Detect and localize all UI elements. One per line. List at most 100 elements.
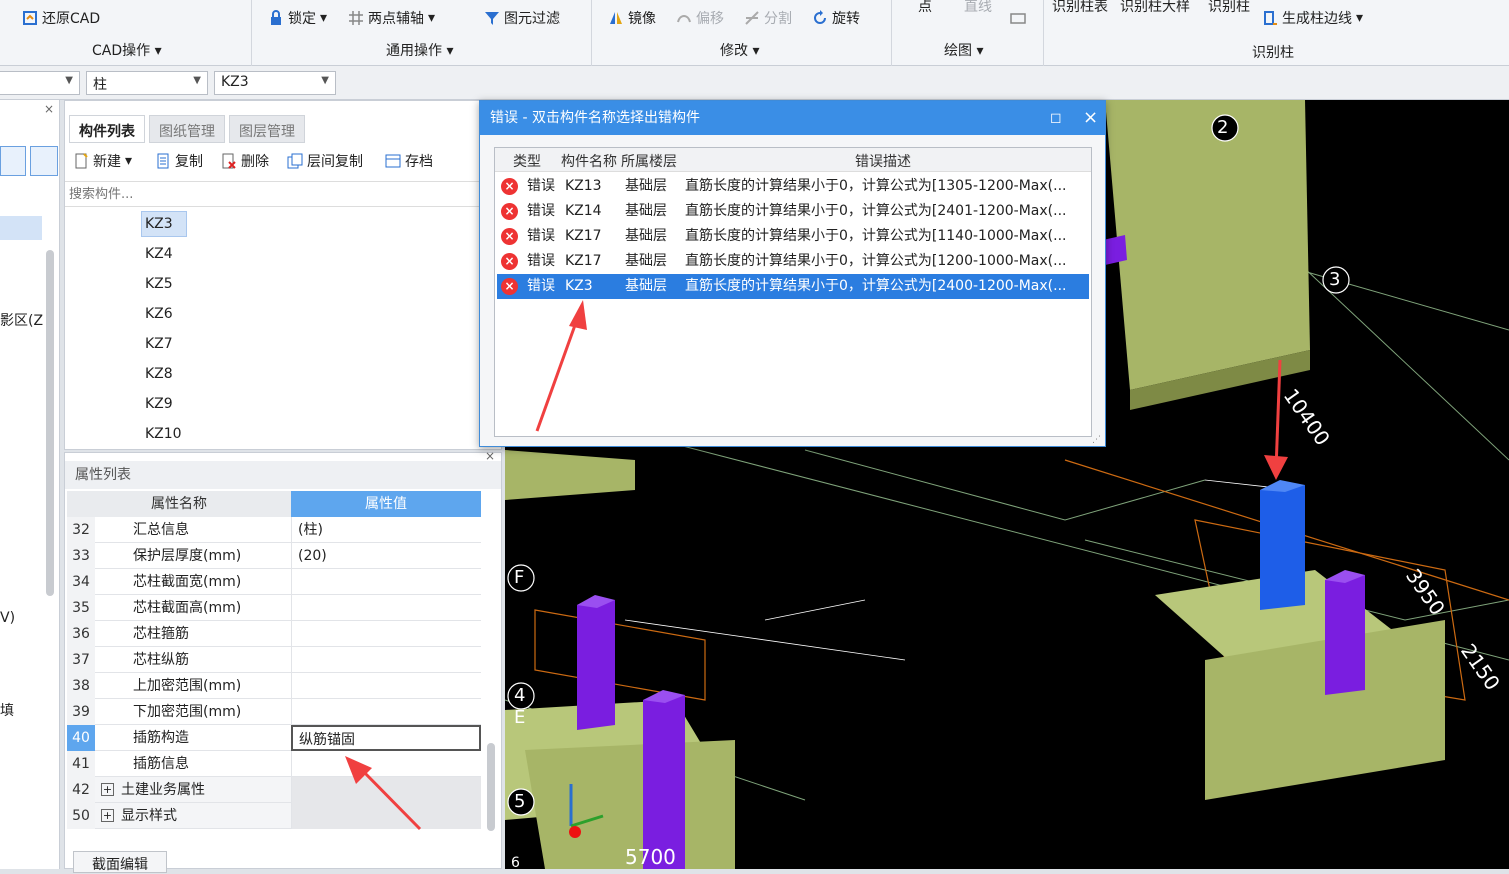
mirror-icon <box>610 12 622 24</box>
offset-button[interactable]: 偏移 <box>676 8 724 28</box>
dimension-text: 5700 <box>625 845 676 869</box>
nav-text: 影区(Z <box>0 313 44 329</box>
tab-section-edit[interactable]: 截面编辑 <box>73 851 167 873</box>
col-name[interactable]: 构件名称 <box>561 151 617 171</box>
dialog-title-bar[interactable]: 错误 - 双击构件名称选择出错构件 <box>480 101 1105 135</box>
archive-button[interactable]: 存档 <box>385 151 433 171</box>
scrollbar[interactable] <box>46 250 54 596</box>
modify-label[interactable]: 修改 ▾ <box>720 40 759 60</box>
properties-panel: × 属性列表 属性名称 属性值 32 汇总信息 (柱) 33 保护层厚度(mm) (20… <box>64 449 502 873</box>
rotate-button[interactable]: 旋转 <box>812 8 860 28</box>
table-row[interactable]: × 错误 KZ14 基础层 直筋长度的计算结果小于0，计算公式为[2401-1200-M… <box>497 199 1089 224</box>
two-point-axis-button[interactable]: 两点辅轴 ▾ <box>348 8 435 28</box>
lock-icon <box>271 10 281 25</box>
point-button[interactable]: 点 <box>918 0 932 16</box>
table-row[interactable]: × 错误 KZ13 基础层 直筋长度的计算结果小于0，计算公式为[1305-1200-M… <box>497 174 1089 199</box>
filter-button[interactable]: 图元过滤 <box>484 8 560 28</box>
prop-row-selected[interactable]: 40 插筋构造 纵筋锚固 <box>67 725 481 751</box>
mirror-button[interactable]: 镜像 <box>608 8 656 28</box>
common-ops-label[interactable]: 通用操作 ▾ <box>386 40 453 60</box>
new-icon <box>75 153 88 169</box>
draw-group: 点 直线 绘图 ▾ <box>892 0 1044 66</box>
col-type[interactable]: 类型 <box>513 151 541 171</box>
list-item[interactable]: KZ7 <box>145 336 173 352</box>
table-row[interactable]: × 错误 KZ17 基础层 直筋长度的计算结果小于0，计算公式为[1140-1000-M… <box>497 224 1089 249</box>
expand-icon: + <box>101 809 114 822</box>
search-input[interactable] <box>65 182 501 206</box>
draw-label[interactable]: 绘图 ▾ <box>944 40 983 60</box>
resize-grip-icon[interactable]: ⋰ <box>1092 435 1101 445</box>
restore-cad-icon <box>23 11 37 25</box>
list-item[interactable]: KZ3 <box>145 216 173 232</box>
identify-col-table-button[interactable]: 识别柱表 <box>1052 0 1108 16</box>
annotation-arrow <box>1264 359 1288 480</box>
list-item[interactable]: KZ4 <box>145 246 173 262</box>
axis-label: 6 <box>511 855 520 869</box>
copy-button[interactable]: 复制 <box>155 151 203 171</box>
annotation-arrow <box>535 300 587 432</box>
col-header-name: 属性名称 <box>67 491 291 517</box>
archive-icon <box>385 154 401 168</box>
error-table: 类型 构件名称 所属楼层 错误描述 × 错误 KZ13 基础层 直筋长度的计算结果小于0… <box>494 147 1092 437</box>
tab-layer-manage[interactable]: 图层管理 <box>229 115 305 143</box>
split-icon <box>745 11 759 25</box>
scrollbar[interactable] <box>487 743 495 831</box>
chevron-down-icon: ▼ <box>193 75 201 86</box>
list-item[interactable]: KZ5 <box>145 276 173 292</box>
component-combo[interactable]: KZ3 ▼ <box>214 71 336 95</box>
copy-icon <box>157 153 169 169</box>
floor-combo[interactable]: ▼ <box>0 71 80 95</box>
new-button[interactable]: 新建 ▾ <box>73 151 132 171</box>
axis-label: F <box>514 567 525 588</box>
list-view-icon[interactable] <box>0 146 26 176</box>
floor-copy-button[interactable]: 层间复制 <box>287 151 363 171</box>
identify-col-button[interactable]: 识别柱 <box>1208 0 1250 16</box>
gen-col-edge-button[interactable]: 生成柱边线 ▾ <box>1262 8 1363 28</box>
lock-button[interactable]: 锁定 ▾ <box>268 8 327 28</box>
axis-label: 2 <box>1217 117 1229 138</box>
nav-text: 填 <box>0 703 14 719</box>
delete-button[interactable]: 删除 <box>221 151 269 171</box>
close-icon[interactable]: × <box>1083 107 1098 128</box>
split-button[interactable]: 分割 <box>744 8 792 28</box>
restore-cad-button[interactable]: 还原CAD <box>22 8 100 28</box>
floor-selector-bar: ▼ 柱 ▼ KZ3 ▼ <box>0 66 1509 100</box>
cad-ops-label[interactable]: CAD操作 ▾ <box>92 40 162 60</box>
list-item[interactable]: KZ9 <box>145 396 173 412</box>
grid-view-icon[interactable] <box>30 146 58 176</box>
col-floor[interactable]: 所属楼层 <box>621 151 677 171</box>
prop-row[interactable]: 37 芯柱纵筋 <box>67 647 481 673</box>
close-icon[interactable]: × <box>44 102 54 116</box>
tab-drawing-manage[interactable]: 图纸管理 <box>149 115 225 143</box>
offset-icon <box>677 15 691 23</box>
prop-row[interactable]: 36 芯柱箍筋 <box>67 621 481 647</box>
line-button[interactable]: 直线 <box>964 0 992 16</box>
maximize-icon[interactable]: ◻ <box>1050 110 1062 126</box>
prop-row[interactable]: 39 下加密范围(mm) <box>67 699 481 725</box>
search-box[interactable] <box>65 181 501 207</box>
modify-group: 镜像 偏移 分割 旋转 修改 ▾ <box>592 0 892 66</box>
list-item[interactable]: KZ10 <box>145 426 182 442</box>
error-icon: × <box>501 178 518 195</box>
list-item[interactable]: KZ8 <box>145 366 173 382</box>
prop-row[interactable]: 33 保护层厚度(mm) (20) <box>67 543 481 569</box>
chevron-down-icon: ▼ <box>65 75 73 86</box>
identify-group: 识别柱表 识别柱大样 识别柱 生成柱边线 ▾ 识别柱 <box>1044 0 1509 66</box>
table-row[interactable]: × 错误 KZ17 基础层 直筋长度的计算结果小于0，计算公式为[1200-1000-M… <box>497 249 1089 274</box>
axis-label: E <box>514 707 526 728</box>
error-icon: × <box>501 253 518 270</box>
prop-row[interactable]: 35 芯柱截面高(mm) <box>67 595 481 621</box>
tab-component-list[interactable]: 构件列表 <box>69 115 145 143</box>
type-combo[interactable]: 柱 ▼ <box>86 71 208 95</box>
prop-row[interactable]: 32 汇总信息 (柱) <box>67 517 481 543</box>
rect-icon[interactable] <box>1010 10 1026 26</box>
ribbon: 还原CAD CAD操作 ▾ 锁定 ▾ 两点辅轴 ▾ 图元过滤 通用操作 ▾ 镜像… <box>0 0 1509 66</box>
col-edge-icon <box>1264 11 1277 25</box>
cad-ops-group: 还原CAD CAD操作 ▾ <box>0 0 252 66</box>
col-desc[interactable]: 错误描述 <box>855 151 911 171</box>
identify-col-detail-button[interactable]: 识别柱大样 <box>1120 0 1190 16</box>
prop-row[interactable]: 38 上加密范围(mm) <box>67 673 481 699</box>
list-item[interactable]: KZ6 <box>145 306 173 322</box>
prop-row[interactable]: 34 芯柱截面宽(mm) <box>67 569 481 595</box>
nav-item-selected[interactable] <box>0 216 42 240</box>
